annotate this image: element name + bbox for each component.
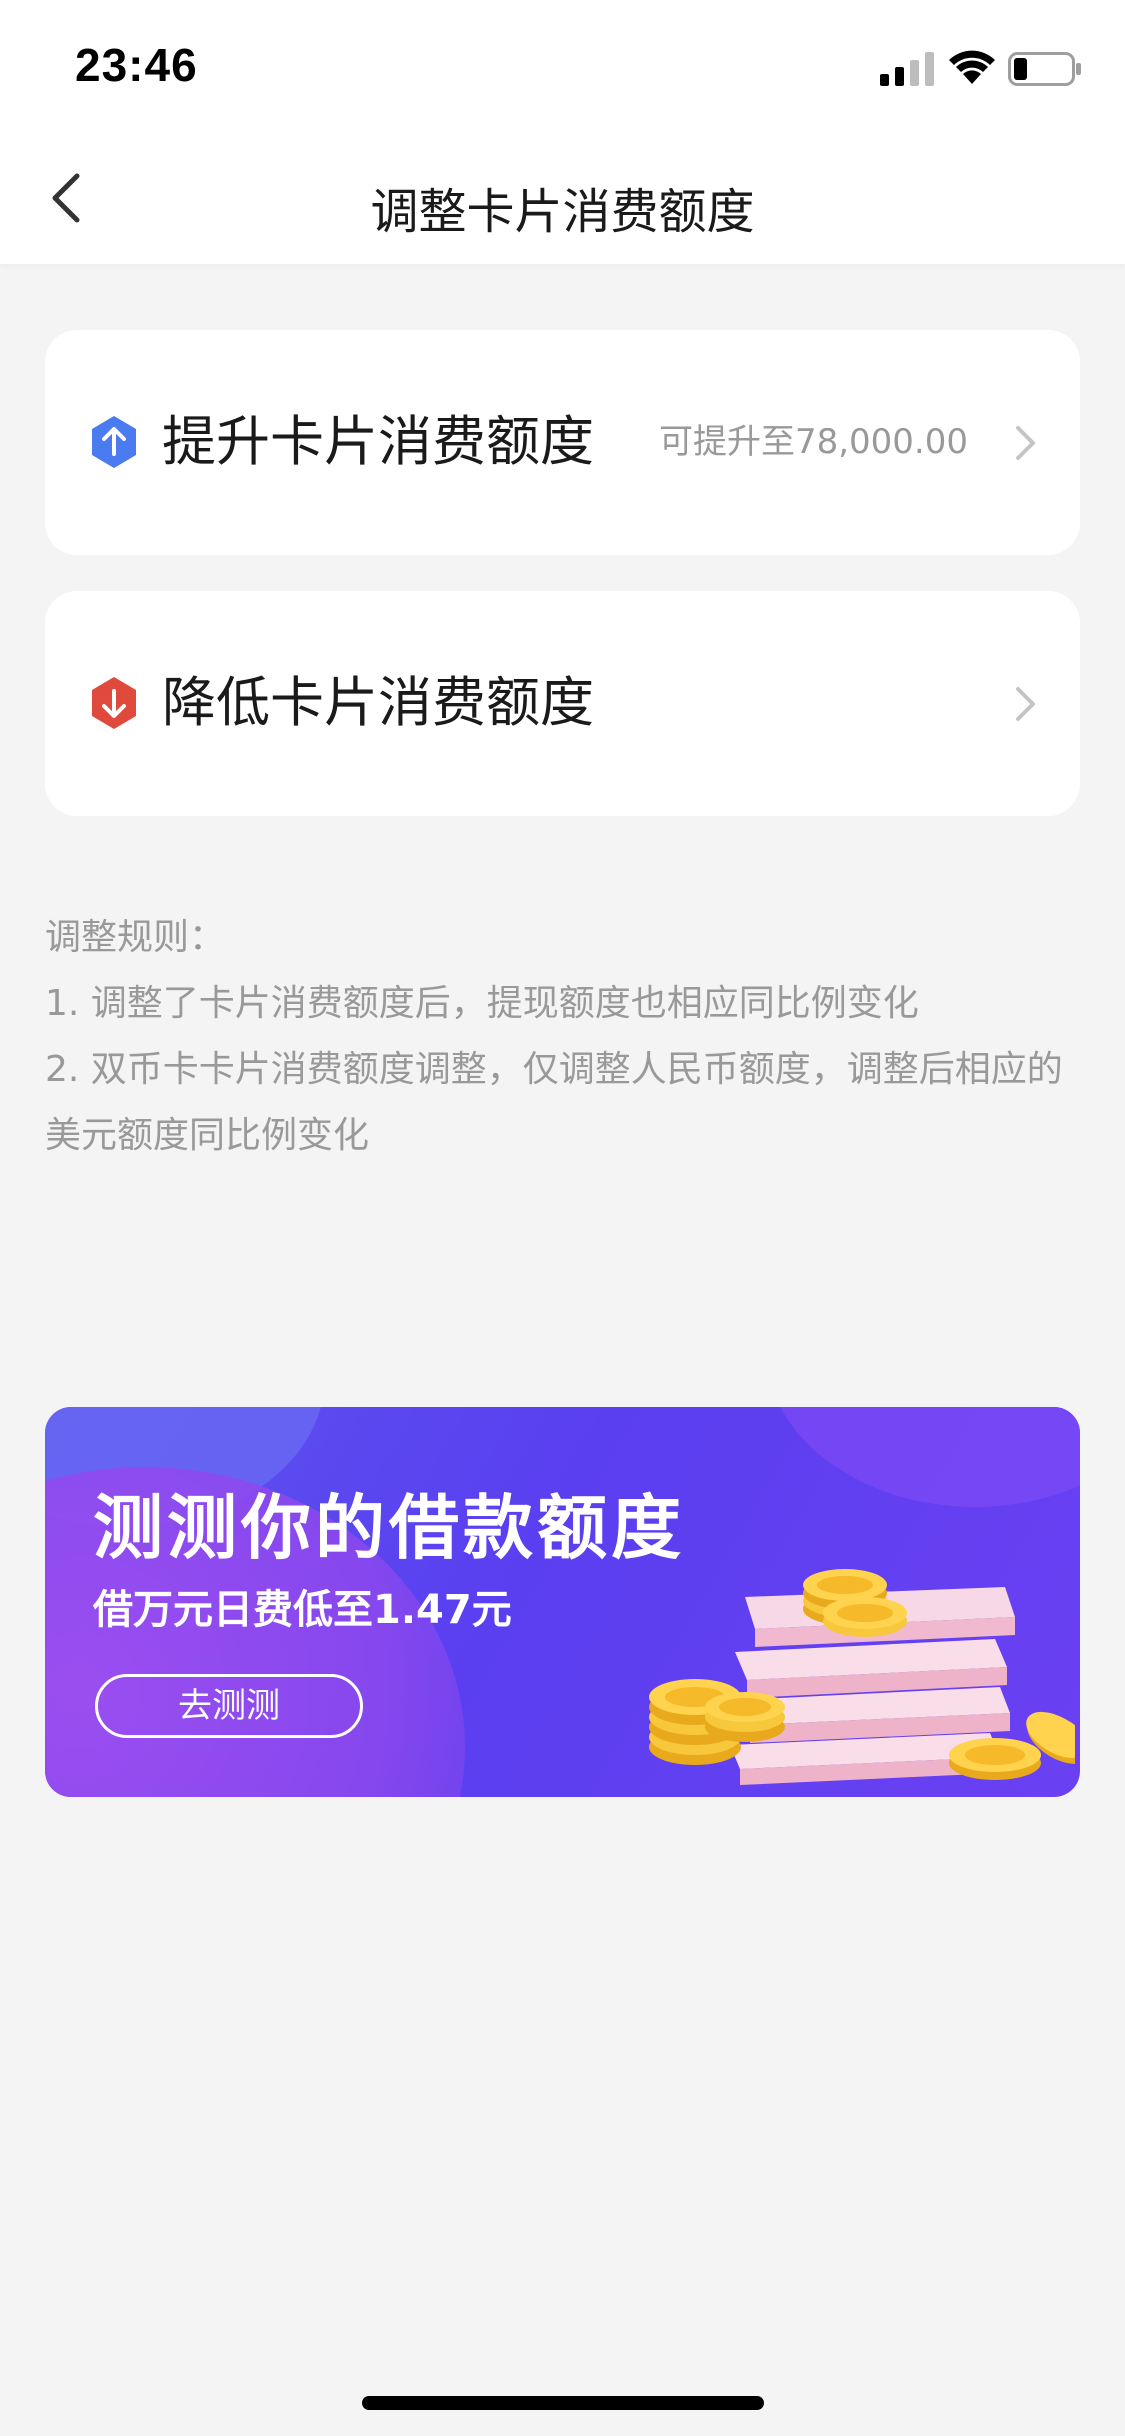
chevron-right-icon [1016,687,1035,721]
raise-limit-option[interactable]: 提升卡片消费额度 可提升至78,000.00 [45,330,1080,555]
rule-item: 2. 双币卡卡片消费额度调整，仅调整人民币额度，调整后相应的美元额度同比例变化 [45,1049,1063,1156]
arrow-up-icon [92,416,136,468]
money-coins-illustration [649,1569,1075,1785]
status-time: 23:46 [75,39,198,91]
nav-bar: 调整卡片消费额度 [0,132,1125,264]
banner-decoration [765,1407,1080,1507]
rules-heading: 调整规则： [45,917,226,958]
rule-item: 1. 调整了卡片消费额度后，提现额度也相应同比例变化 [45,983,919,1024]
home-indicator [362,2396,764,2410]
raise-limit-hint: 可提升至78,000.00 [658,422,968,462]
banner-test-button[interactable]: 去测测 [95,1674,363,1738]
raise-limit-label: 提升卡片消费额度 [162,410,594,473]
cellular-signal-icon [880,52,934,86]
loan-promo-banner[interactable]: 测测你的借款额度 借万元日费低至1.47元 去测测 [45,1407,1080,1797]
page-title: 调整卡片消费额度 [370,184,755,240]
adjustment-rules: 调整规则： 1. 调整了卡片消费额度后，提现额度也相应同比例变化 2. 双币卡卡… [45,905,1080,1169]
battery-icon [1008,52,1081,86]
arrow-down-icon [92,677,136,729]
lower-limit-label: 降低卡片消费额度 [162,671,594,734]
wifi-icon [949,50,995,84]
status-bar: 23:46 [0,0,1125,132]
banner-title: 测测你的借款额度 [93,1487,685,1569]
banner-subtitle: 借万元日费低至1.47元 [93,1587,512,1633]
chevron-right-icon [1016,426,1035,460]
lower-limit-option[interactable]: 降低卡片消费额度 [45,591,1080,816]
